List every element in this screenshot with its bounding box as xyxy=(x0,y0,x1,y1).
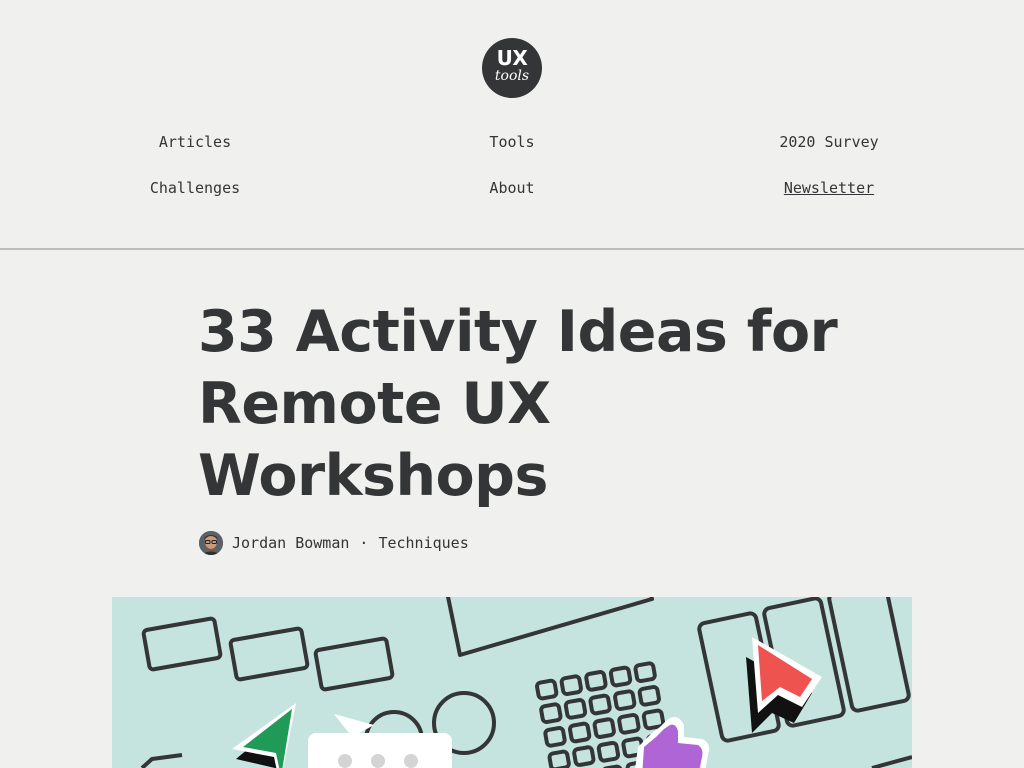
article-byline: Jordan Bowman · Techniques xyxy=(199,531,469,555)
green-cursor-icon xyxy=(232,703,296,768)
category-link[interactable]: Techniques xyxy=(378,534,468,552)
nav-2020-survey[interactable]: 2020 Survey xyxy=(779,132,878,152)
logo-text-tools: tools xyxy=(494,68,530,84)
author-avatar-image xyxy=(199,531,223,555)
nav-articles[interactable]: Articles xyxy=(159,132,231,152)
byline-separator: · xyxy=(359,534,369,552)
ux-tools-logo[interactable]: UX tools xyxy=(482,38,542,98)
nav-challenges[interactable]: Challenges xyxy=(150,178,240,198)
article-title: 33 Activity Ideas for Remote UX Workshop… xyxy=(198,299,838,509)
author-name-link[interactable]: Jordan Bowman xyxy=(232,534,349,552)
logo-text-ux: UX xyxy=(496,46,528,70)
nav-tools[interactable]: Tools xyxy=(489,132,534,152)
speech-bubble-icon xyxy=(308,714,452,768)
nav-newsletter[interactable]: Newsletter xyxy=(784,178,874,198)
nav-about[interactable]: About xyxy=(489,178,534,198)
header-divider xyxy=(0,248,1024,250)
author-avatar[interactable] xyxy=(199,531,223,555)
hero-illustration xyxy=(112,597,912,768)
red-cursor-icon xyxy=(746,637,822,733)
hero-illustration-graphic xyxy=(140,597,912,768)
